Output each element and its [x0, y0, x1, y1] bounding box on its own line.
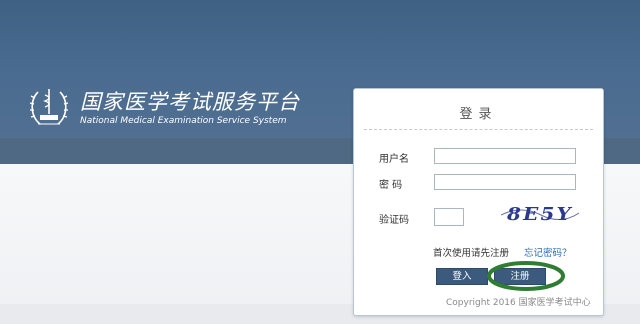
password-label: 密 码 [379, 180, 403, 191]
captcha-label: 验证码 [379, 215, 409, 226]
brand-title-en: National Medical Examination Service Sys… [80, 115, 287, 126]
highlight-ring [487, 261, 565, 291]
captcha-image[interactable]: 8E5Y [501, 201, 579, 225]
copyright-text: Copyright 2016 国家医学考试中心 [446, 298, 591, 308]
captcha-text: 8E5Y [506, 204, 573, 225]
captcha-input[interactable] [434, 208, 464, 226]
username-input[interactable] [434, 148, 576, 164]
medical-emblem-icon [29, 89, 69, 125]
login-title: 登录 [459, 107, 498, 122]
login-panel: 登录 用户名 密 码 验证码 8E5Y 首次使用请先注册 忘记密码？ 登入 注册… [353, 88, 604, 316]
brand-title-cn: 国家医学考试服务平台 [80, 89, 300, 114]
forgot-password-link[interactable]: 忘记密码？ [524, 245, 572, 259]
login-button[interactable]: 登入 [436, 268, 488, 285]
username-label: 用户名 [379, 154, 409, 165]
title-divider [364, 129, 593, 130]
register-hint: 首次使用请先注册 [433, 248, 510, 259]
password-input[interactable] [434, 174, 576, 190]
brand: 国家医学考试服务平台 National Medical Examination … [26, 86, 300, 130]
